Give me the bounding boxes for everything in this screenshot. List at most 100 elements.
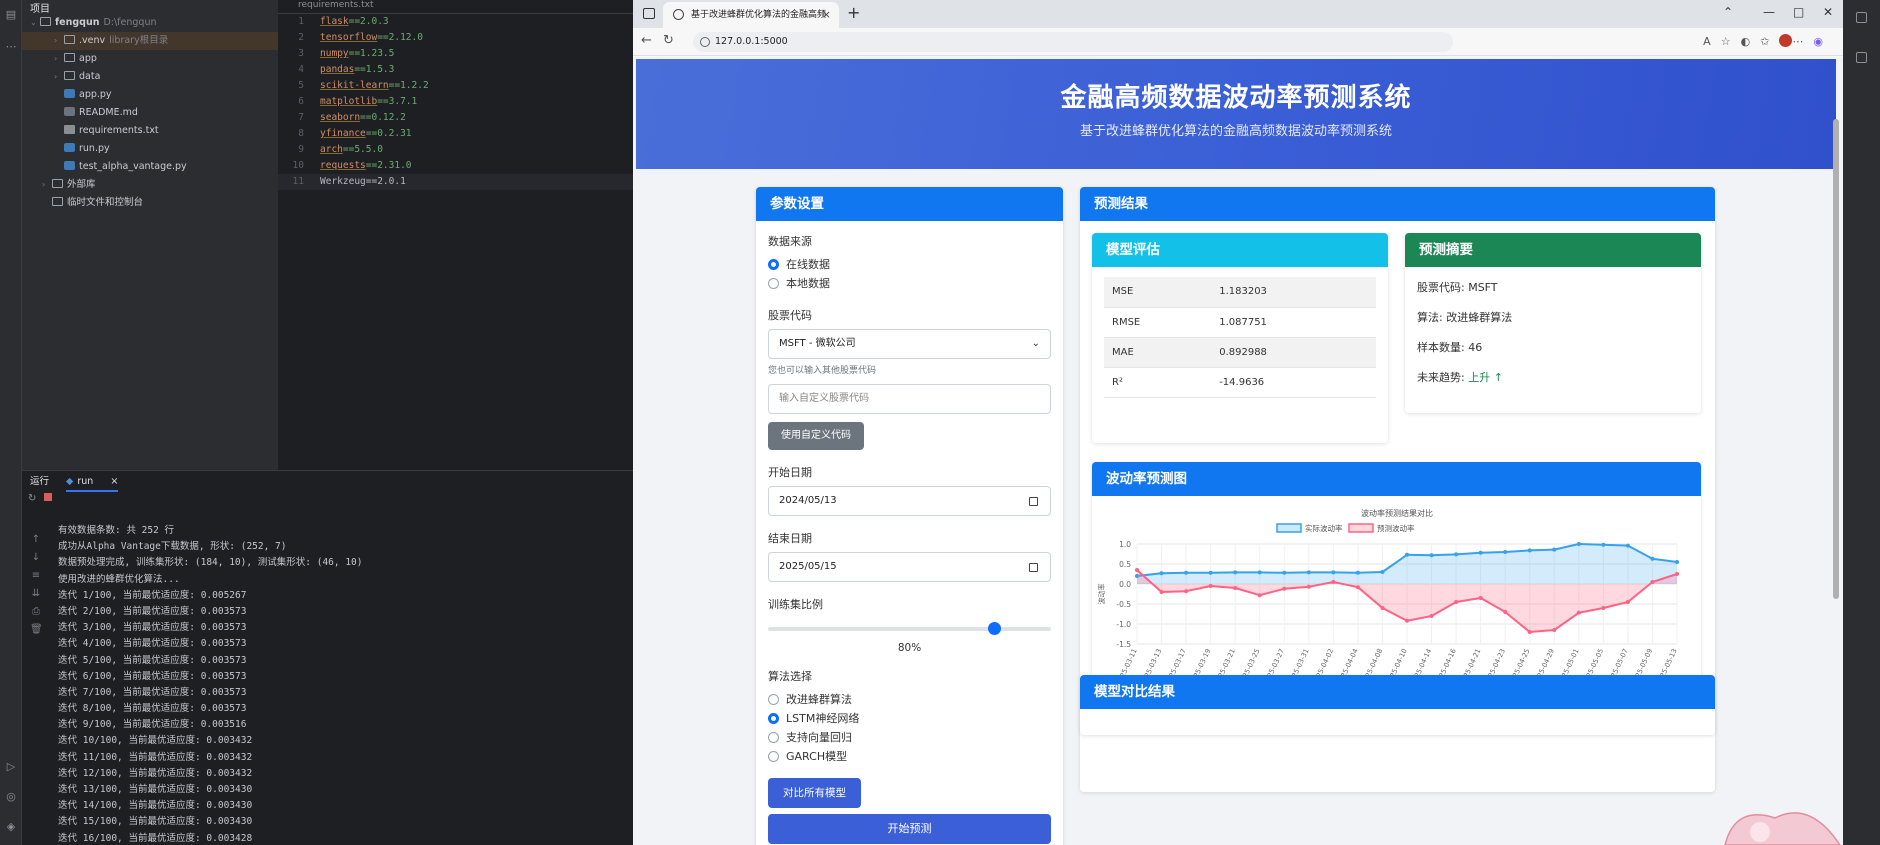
radio-circle[interactable] xyxy=(768,732,779,743)
star-icon[interactable]: ☆ xyxy=(1721,35,1741,48)
train-ratio-slider[interactable] xyxy=(768,618,1051,638)
code-line[interactable]: 10 requests==2.31.0 xyxy=(278,158,633,174)
close-icon[interactable]: × xyxy=(822,2,831,28)
tree-item[interactable]: 临时文件和控制台 xyxy=(22,194,278,212)
run-config-tab[interactable]: ◆ run × xyxy=(66,476,119,492)
custom-stock-input[interactable]: 输入自定义股票代码 xyxy=(768,384,1051,414)
code-line[interactable]: 2 tensorflow==2.12.0 xyxy=(278,30,633,46)
algo-option[interactable]: GARCH模型 xyxy=(768,747,1051,766)
copilot-icon[interactable]: ◉ xyxy=(1813,35,1833,48)
menu-icon[interactable]: ⋯ xyxy=(1792,35,1813,48)
line-number: 3 xyxy=(298,48,304,59)
use-custom-code-button[interactable]: 使用自定义代码 xyxy=(768,422,864,450)
results-header: 预测结果 xyxy=(1080,187,1715,221)
rerun-icon[interactable]: ↻ xyxy=(28,493,36,504)
console-output[interactable]: 有效数据条数: 共 252 行成功从Alpha Vantage下载数据, 形状:… xyxy=(58,523,628,845)
code-editor[interactable]: requirements.txt 1 flask==2.0.3 2 tensorflo… xyxy=(278,0,633,470)
new-tab-icon[interactable]: + xyxy=(847,3,860,22)
more-icon[interactable]: ⋯ xyxy=(4,40,18,54)
refresh-extension-icon[interactable]: ◐ xyxy=(1741,35,1761,48)
algo-option[interactable]: 改进蜂群算法 xyxy=(768,690,1051,709)
stop-icon[interactable] xyxy=(44,493,53,501)
code-line[interactable]: 8 yfinance==0.2.31 xyxy=(278,126,633,142)
tree-root[interactable]: ⌄ fengqun D:\fengqun xyxy=(22,14,278,32)
browser-tab-active[interactable]: 基于改进蜂群优化算法的金融高频 × xyxy=(663,2,839,28)
calendar-icon[interactable] xyxy=(1029,497,1038,506)
radio-circle[interactable] xyxy=(768,694,779,705)
chevron-up-icon[interactable]: ⌃ xyxy=(1723,5,1733,19)
algo-option[interactable]: LSTM神经网络 xyxy=(768,709,1051,728)
algo-option[interactable]: 支持向量回归 xyxy=(768,728,1051,747)
tree-item[interactable]: requirements.txt xyxy=(22,122,278,140)
code-line[interactable]: 1 flask==2.0.3 xyxy=(278,14,633,30)
maximize-icon[interactable]: □ xyxy=(1793,5,1804,19)
tree-item-note: library根目录 xyxy=(109,35,169,46)
window-icon[interactable] xyxy=(643,8,655,19)
eval-metric: MSE xyxy=(1104,277,1212,308)
legend-label: 实际波动率 xyxy=(1305,523,1343,533)
window-close-icon[interactable]: ✕ xyxy=(1823,5,1833,19)
tree-item[interactable]: app.py xyxy=(22,86,278,104)
layers-icon[interactable]: ◈ xyxy=(4,820,18,834)
arrow-down-icon[interactable]: ↓ xyxy=(30,549,42,567)
code-line[interactable]: 7 seaborn==0.12.2 xyxy=(278,110,633,126)
radio-circle[interactable] xyxy=(768,751,779,762)
source-option[interactable]: 在线数据 xyxy=(768,255,1051,274)
tree-root-name: fengqun xyxy=(55,17,100,28)
code-line[interactable]: 3 numpy==1.23.5 xyxy=(278,46,633,62)
start-date-input[interactable]: 2024/05/13 xyxy=(768,486,1051,516)
run-icon[interactable]: ▷ xyxy=(4,760,18,774)
volatility-chart[interactable]: 波动率预测结果对比实际波动率 预测波动率 1.0 0.5 0.0 -0.5 -1.0 -1.5… xyxy=(1092,496,1701,698)
radio-circle[interactable] xyxy=(768,259,779,270)
code-line[interactable]: 9 arch==5.5.0 xyxy=(278,142,633,158)
package-name: yfinance xyxy=(320,128,366,139)
tree-item[interactable]: › 外部库 xyxy=(22,176,278,194)
refresh-icon[interactable]: ↻ xyxy=(663,33,674,48)
minimize-icon[interactable]: — xyxy=(1763,5,1775,19)
tree-item[interactable]: › data xyxy=(22,68,278,86)
compare-all-models-button[interactable]: 对比所有模型 xyxy=(768,778,861,808)
file-icon xyxy=(64,89,75,98)
trash-icon[interactable]: 🗑 xyxy=(30,621,43,639)
code-line[interactable]: 4 pandas==1.5.3 xyxy=(278,62,633,78)
stock-select[interactable]: MSFT - 微软公司 ⌄ xyxy=(768,329,1051,359)
url-field[interactable]: 127.0.0.1:5000 xyxy=(693,32,1453,52)
database-icon[interactable] xyxy=(1856,52,1867,63)
calendar-icon[interactable] xyxy=(1029,563,1038,572)
code-line[interactable]: 11 Werkzeug==2.0.1 xyxy=(278,174,633,190)
source-option[interactable]: 本地数据 xyxy=(768,274,1051,293)
arrow-up-icon[interactable]: ↑ xyxy=(30,531,42,549)
end-date-label: 结束日期 xyxy=(768,532,812,545)
slider-thumb[interactable] xyxy=(988,622,1002,635)
tree-item[interactable]: › .venv library根目录 xyxy=(22,32,278,50)
tree-item[interactable]: › app xyxy=(22,50,278,68)
notifications-icon[interactable] xyxy=(1856,12,1867,23)
print-icon[interactable]: ⎙ xyxy=(30,603,42,621)
slider-track[interactable] xyxy=(768,627,1051,631)
wrap-icon[interactable]: ≡ xyxy=(30,567,42,585)
start-prediction-button[interactable]: 开始预测 xyxy=(768,814,1051,844)
run-tab-label[interactable]: 运行 xyxy=(30,476,49,487)
editor-tab[interactable]: requirements.txt xyxy=(278,0,633,14)
code-line[interactable]: 6 matplotlib==3.7.1 xyxy=(278,94,633,110)
eval-value: 0.892988 xyxy=(1211,337,1376,368)
avatar[interactable] xyxy=(1779,34,1793,47)
code-line[interactable]: 5 scikit-learn==1.2.2 xyxy=(278,78,633,94)
tree-item[interactable]: run.py xyxy=(22,140,278,158)
data-point xyxy=(1576,542,1581,546)
radio-circle[interactable] xyxy=(768,278,779,289)
read-aloud-icon[interactable]: A xyxy=(1703,35,1721,48)
info-icon[interactable] xyxy=(700,37,710,47)
end-date-input[interactable]: 2025/05/15 xyxy=(768,552,1051,582)
plugins-icon[interactable]: ◎ xyxy=(4,790,18,804)
project-icon[interactable]: ▤ xyxy=(4,8,18,22)
scroll-end-icon[interactable]: ⇊ xyxy=(30,585,42,603)
algo-option-label: GARCH模型 xyxy=(786,750,848,763)
radio-circle[interactable] xyxy=(768,713,779,724)
tree-item[interactable]: README.md xyxy=(22,104,278,122)
favorites-icon[interactable]: ✩ xyxy=(1760,35,1779,48)
ide-window: ▤ ⋯ ▷ ◎ ◈ 项目 ⌄ fengqun D:\fengqun › .venv li… xyxy=(0,0,633,845)
page-scrollbar[interactable] xyxy=(1833,119,1839,599)
tree-item[interactable]: test_alpha_vantage.py xyxy=(22,158,278,176)
back-icon[interactable]: ← xyxy=(641,33,652,48)
